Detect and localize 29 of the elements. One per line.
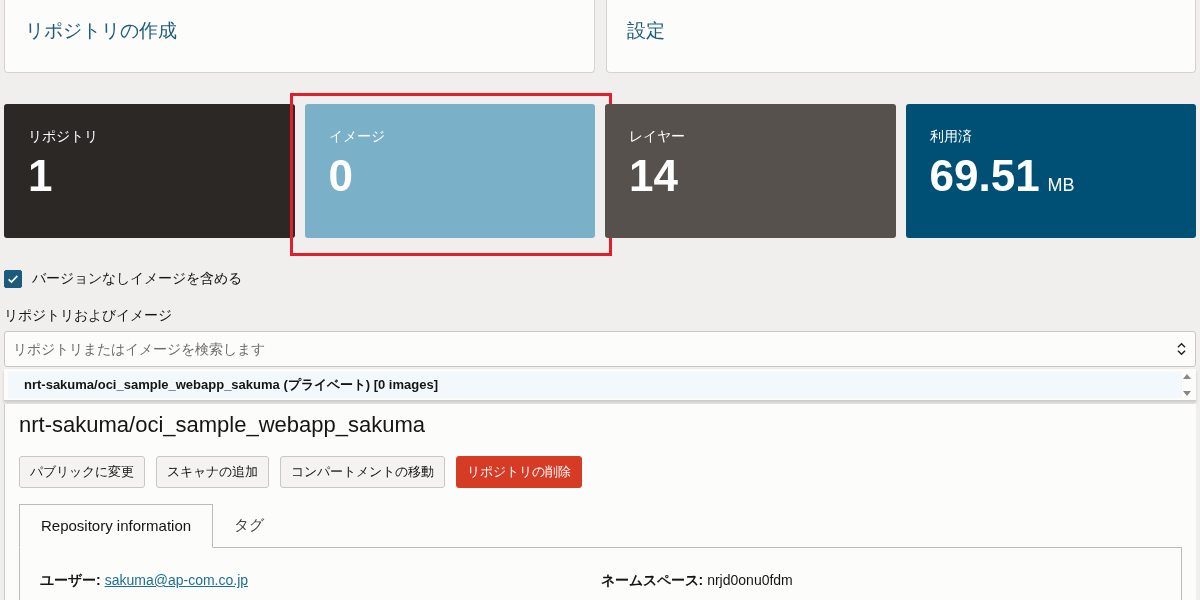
stat-label: 利用済 [929, 128, 973, 146]
repository-title: nrt-sakuma/oci_sample_webapp_sakuma [19, 412, 426, 438]
stat-value: 14 [629, 154, 678, 198]
tab[interactable]: タグ [213, 504, 286, 547]
chevron-updown-icon [1176, 341, 1187, 357]
stat-label: イメージ [328, 128, 386, 146]
field-value: nrjd0onu0fdm [707, 572, 793, 588]
stat-unit: MB [1047, 175, 1075, 196]
search-field[interactable]: リポジトリまたはイメージを検索します [4, 331, 1196, 367]
action-button[interactable]: コンパートメントの移動 [280, 456, 445, 488]
action-button[interactable]: パブリックに変更 [19, 456, 145, 488]
action-button[interactable]: リポジトリの削除 [456, 456, 582, 488]
field-label: ユーザー: [40, 572, 101, 588]
stat-label: レイヤー [629, 128, 686, 146]
stat-value: 1 [28, 154, 53, 198]
action-button[interactable]: スキャナの追加 [156, 456, 269, 488]
action-card[interactable]: リポジトリの作成 [4, 0, 595, 73]
checkbox[interactable] [4, 270, 22, 288]
checkbox-label: バージョンなしイメージを含める [32, 270, 242, 288]
search-input[interactable]: リポジトリまたはイメージを検索します [13, 341, 1176, 357]
email-link[interactable]: sakuma@ap-com.co.jp [104, 572, 249, 588]
result-item[interactable]: nrt-sakuma/oci_sample_webapp_sakuma (プライベート) [0 images] [8, 371, 1182, 398]
tab[interactable]: Repository information [19, 504, 214, 548]
field-label: ネームスペース: [600, 572, 704, 588]
field-label: リポジトリおよびイメージ [4, 307, 173, 325]
stat-value: 0 [328, 154, 353, 198]
stat-value: 69.51 [929, 154, 1040, 198]
stat-label: リポジトリ [28, 128, 99, 146]
action-card[interactable]: 設定 [605, 0, 1196, 73]
